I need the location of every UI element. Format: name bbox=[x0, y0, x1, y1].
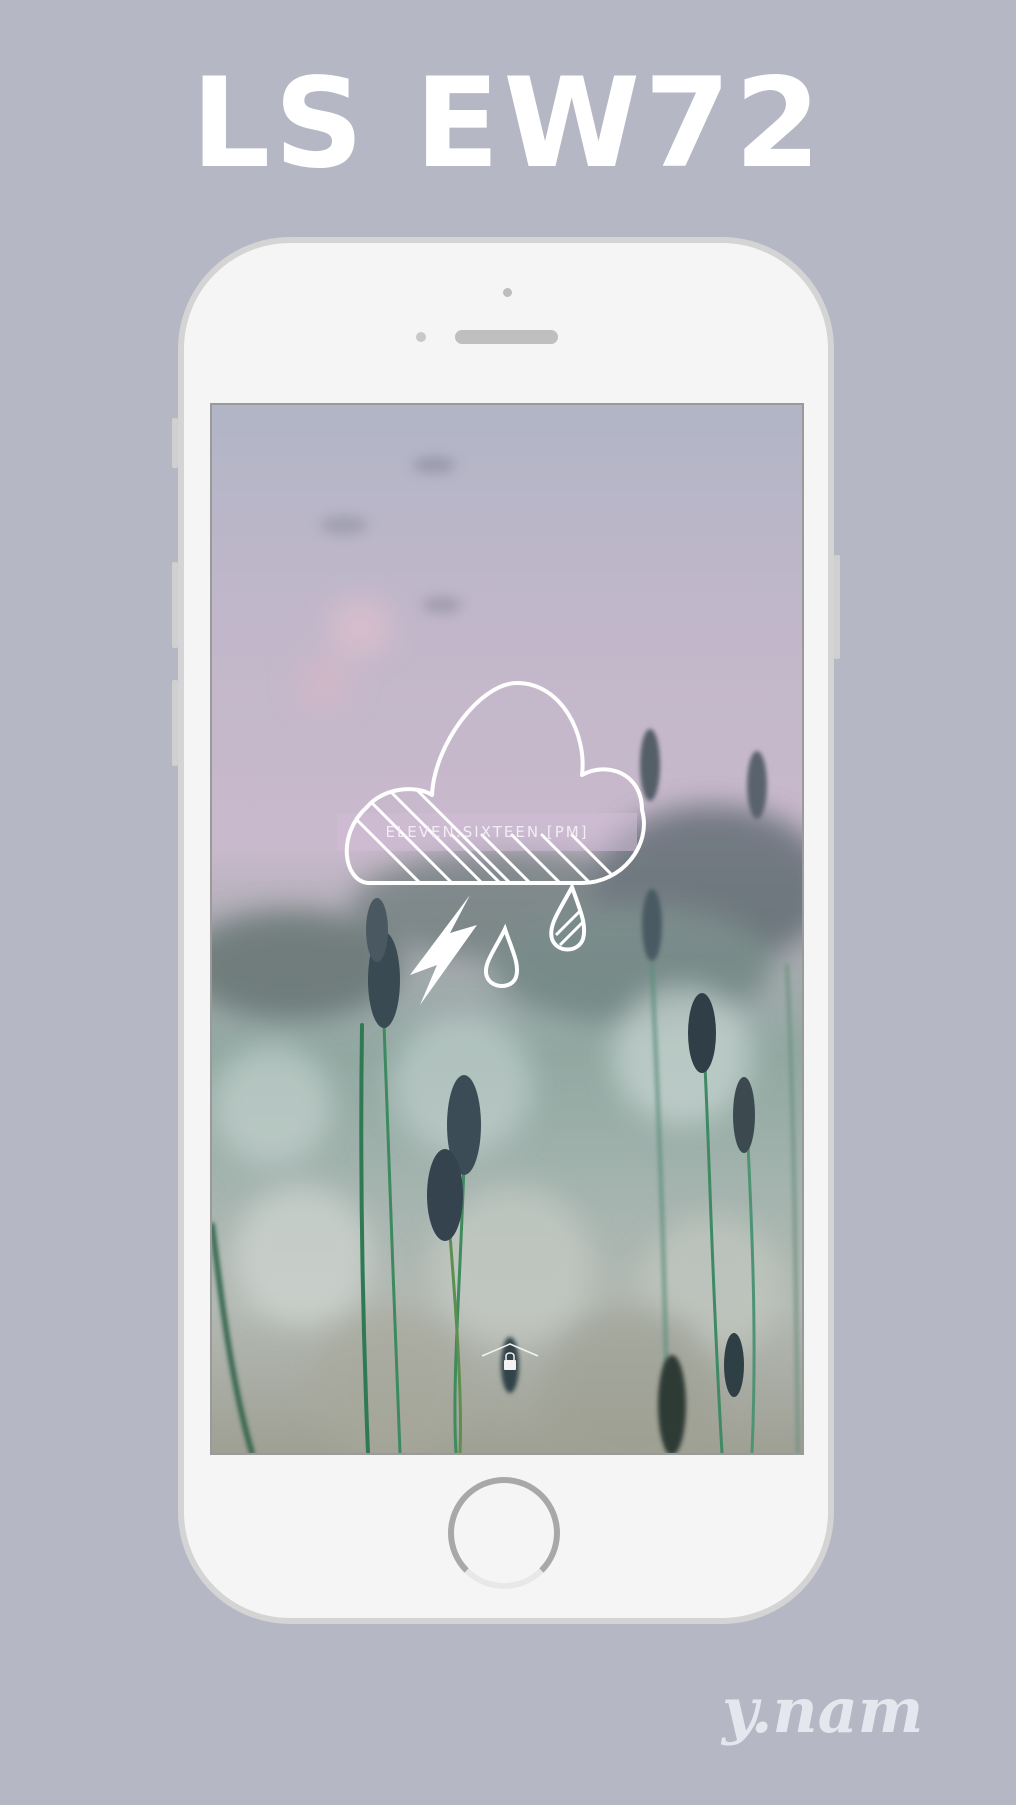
home-button[interactable] bbox=[448, 1477, 560, 1589]
earpiece-speaker bbox=[455, 330, 558, 344]
thunderstorm-rain-icon bbox=[344, 681, 646, 1005]
lockscreen-time: ELEVEN:SIXTEEN [PM] bbox=[385, 823, 589, 841]
poster-title: LS EW72 bbox=[191, 52, 825, 196]
power-button bbox=[834, 555, 840, 659]
lockscreen[interactable]: ELEVEN:SIXTEEN [PM] bbox=[210, 403, 804, 1455]
volume-up-button bbox=[172, 562, 178, 648]
lock-icon[interactable] bbox=[480, 1340, 540, 1376]
proximity-sensor bbox=[416, 332, 426, 342]
front-camera bbox=[503, 288, 512, 297]
artist-signature: y.nam bbox=[722, 1674, 924, 1747]
mute-switch bbox=[172, 418, 178, 468]
volume-down-button bbox=[172, 680, 178, 766]
